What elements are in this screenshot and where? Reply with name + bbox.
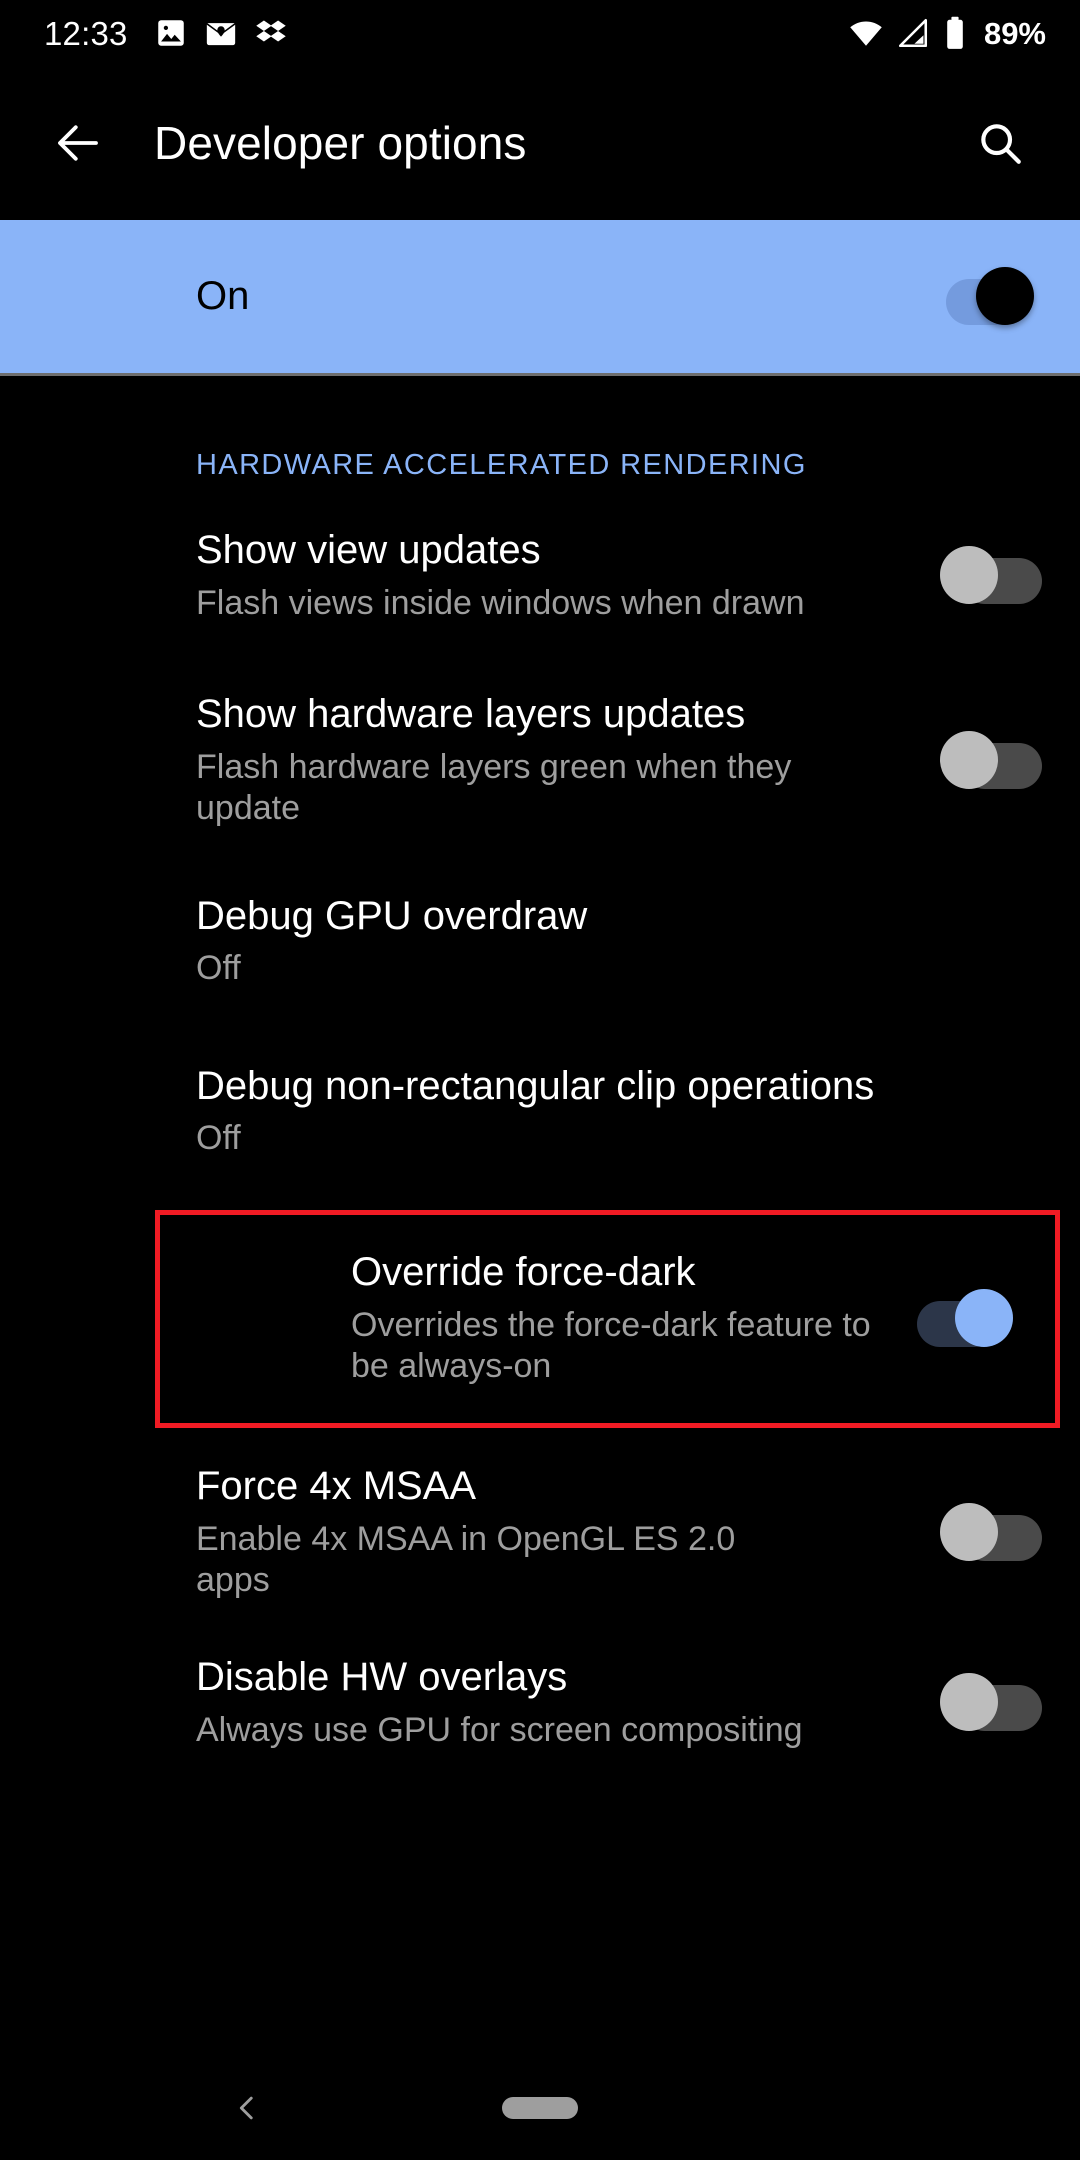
battery-icon — [947, 16, 963, 49]
battery-percent-label: 89% — [983, 15, 1046, 51]
row-summary: Enable 4x MSAA in OpenGL ES 2.0 apps — [196, 1519, 736, 1599]
row-text: Debug non-rectangular clip operations Of… — [196, 1064, 1080, 1160]
row-summary: Always use GPU for screen compositing — [196, 1711, 803, 1750]
toggle-show-view-updates[interactable] — [940, 541, 1042, 611]
mail-icon — [206, 23, 235, 46]
toggle-show-hardware-layers-updates[interactable] — [940, 726, 1042, 796]
list-item-debug-gpu-overdraw[interactable]: Debug GPU overdraw Off — [0, 882, 1080, 1002]
status-bar-left: 12:33 — [44, 16, 288, 50]
toggle-override-force-dark[interactable] — [915, 1284, 1017, 1354]
dropbox-icon — [255, 20, 286, 42]
row-summary: Overrides the force-dark feature to be a… — [351, 1305, 871, 1386]
row-control — [940, 1668, 1042, 1738]
list-item-disable-hw-overlays[interactable]: Disable HW overlays Always use GPU for s… — [0, 1643, 1080, 1763]
master-switch-wrap — [940, 262, 1042, 332]
wifi-icon — [850, 21, 882, 46]
search-icon — [981, 124, 1021, 164]
row-text: Show hardware layers updates Flash hardw… — [196, 692, 940, 830]
row-title: Override force-dark — [351, 1249, 696, 1294]
system-navigation-bar — [0, 2064, 1080, 2160]
list-item-show-view-updates[interactable]: Show view updates Flash views inside win… — [0, 516, 1080, 636]
row-title: Show hardware layers updates — [196, 692, 746, 736]
row-summary: Flash views inside windows when drawn — [196, 583, 805, 622]
nav-back-button[interactable] — [215, 2076, 279, 2140]
row-summary: Off — [196, 949, 241, 988]
toggle-disable-hw-overlays[interactable] — [940, 1668, 1042, 1738]
status-bar: 12:33 89% — [0, 0, 1080, 66]
master-switch-label: On — [196, 274, 250, 318]
row-text: Debug GPU overdraw Off — [196, 894, 1080, 990]
image-icon — [157, 20, 184, 46]
page-title: Developer options — [154, 117, 527, 169]
row-text: Disable HW overlays Always use GPU for s… — [196, 1655, 940, 1751]
nav-home-pill[interactable] — [502, 2097, 578, 2119]
list-item-show-hardware-layers-updates[interactable]: Show hardware layers updates Flash hardw… — [0, 692, 1080, 830]
list-item-override-force-dark[interactable]: Override force-dark Overrides the force-… — [155, 1209, 1060, 1428]
row-title: Disable HW overlays — [196, 1655, 568, 1700]
row-summary: Flash hardware layers green when they up… — [196, 747, 792, 828]
section-header-hardware-accelerated-rendering: HARDWARE ACCELERATED RENDERING — [196, 449, 807, 481]
master-switch-toggle[interactable] — [940, 262, 1042, 332]
row-summary: Off — [196, 1119, 241, 1158]
back-button[interactable] — [30, 95, 126, 191]
toggle-force-4x-msaa[interactable] — [940, 1498, 1042, 1568]
row-text: Force 4x MSAA Enable 4x MSAA in OpenGL E… — [196, 1464, 940, 1602]
search-button[interactable] — [952, 95, 1048, 191]
row-control — [915, 1284, 1017, 1354]
switch-thumb — [940, 1502, 998, 1561]
settings-list: HARDWARE ACCELERATED RENDERING Show view… — [0, 376, 1080, 1763]
list-item-force-4x-msaa[interactable]: Force 4x MSAA Enable 4x MSAA in OpenGL E… — [0, 1464, 1080, 1602]
row-text: Show view updates Flash views inside win… — [196, 528, 940, 624]
row-text: Override force-dark Overrides the force-… — [351, 1250, 915, 1388]
row-title: Force 4x MSAA — [196, 1463, 477, 1508]
status-bar-notification-icons — [154, 16, 288, 50]
row-title: Show view updates — [196, 527, 541, 572]
row-control — [940, 541, 1042, 611]
row-control — [940, 726, 1042, 796]
row-title: Debug non-rectangular clip operations — [196, 1063, 875, 1108]
row-control — [940, 1498, 1042, 1568]
switch-thumb — [940, 730, 998, 789]
status-bar-clock: 12:33 — [44, 14, 128, 52]
developer-options-master-switch-row[interactable]: On — [0, 220, 1080, 373]
signal-icon — [898, 18, 927, 48]
back-arrow-icon — [58, 125, 98, 161]
switch-thumb — [940, 546, 998, 604]
switch-thumb — [955, 1288, 1013, 1347]
status-bar-right: 89% — [848, 15, 1046, 51]
switch-thumb — [976, 266, 1034, 325]
row-title: Debug GPU overdraw — [196, 893, 588, 938]
nav-back-chevron-icon — [239, 2096, 253, 2120]
list-item-debug-non-rectangular-clip-operations[interactable]: Debug non-rectangular clip operations Of… — [0, 1052, 1080, 1172]
app-toolbar: Developer options — [0, 66, 1080, 220]
